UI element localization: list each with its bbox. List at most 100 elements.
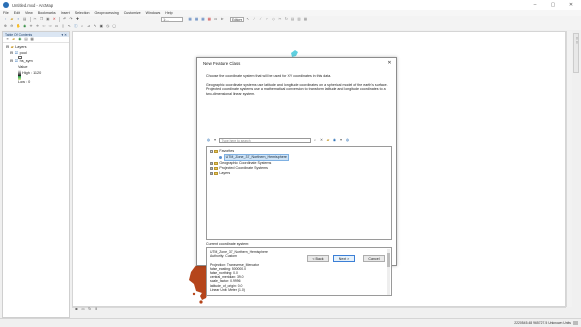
zoom-in-icon[interactable]: ⊕ <box>3 24 8 29</box>
tree-node-layers[interactable]: + Layers <box>210 171 388 176</box>
menu-geoprocessing[interactable]: Geoprocessing <box>95 11 119 15</box>
maximize-button[interactable]: ▢ <box>546 0 560 10</box>
python-icon[interactable]: ▭ <box>213 17 218 22</box>
menu-customize[interactable]: Customize <box>124 11 141 15</box>
collapse-icon[interactable]: ⊟ <box>6 45 9 51</box>
expand-icon[interactable]: + <box>210 162 213 165</box>
collapse-icon[interactable]: − <box>210 150 213 153</box>
arctoolbox-icon[interactable]: ▦ <box>207 17 212 22</box>
list-by-drawing-order-icon[interactable]: ≡ <box>5 37 10 42</box>
pause-drawing-icon[interactable]: Ⅱ <box>94 307 99 313</box>
layout-view-icon[interactable]: ▭ <box>81 307 86 313</box>
scale-combo[interactable]: 1:... <box>161 17 184 22</box>
fixed-zoom-out-icon[interactable]: ⁜ <box>35 24 40 29</box>
add-to-favorites-icon[interactable]: ◉ <box>332 138 337 143</box>
measure-icon[interactable]: ⊿ <box>86 24 91 29</box>
menu-edit[interactable]: Edit <box>14 11 20 15</box>
zoom-out-icon[interactable]: ⊖ <box>9 24 14 29</box>
globe-filter-icon[interactable]: ◍ <box>206 138 211 143</box>
hyperlink-icon[interactable]: ϟ <box>92 24 97 29</box>
expand-icon[interactable]: + <box>210 172 213 175</box>
menu-bookmarks[interactable]: Bookmarks <box>38 11 56 15</box>
menu-selection[interactable]: Selection <box>75 11 90 15</box>
straight-segment-icon[interactable]: ∕ <box>258 17 263 22</box>
tree-node-utm37n[interactable]: UTM_Zone_37_Northern_Hemisphere <box>210 154 388 161</box>
catalog-icon[interactable]: ▦ <box>194 17 199 22</box>
crs-search-input[interactable]: Type here to search <box>219 138 311 143</box>
add-data-icon[interactable]: ✚ <box>75 17 80 22</box>
data-view-icon[interactable]: ◙ <box>74 307 79 313</box>
edit-tool-icon[interactable]: ↖ <box>245 17 250 22</box>
search-window-icon[interactable]: ▦ <box>200 17 205 22</box>
legend-low: Low : 0 <box>6 80 66 86</box>
edit-annotation-icon[interactable]: ∕ <box>252 17 257 22</box>
select-features-icon[interactable]: ▭ <box>54 24 59 29</box>
close-window-button[interactable]: ✕ <box>564 0 578 10</box>
map-horizontal-scrollbar[interactable]: ◙ ▭ ↻ Ⅱ <box>72 307 566 312</box>
menu-windows[interactable]: Windows <box>146 11 161 15</box>
undo-icon[interactable]: ↶ <box>62 17 67 22</box>
select-elements-icon[interactable]: ↖ <box>67 24 72 29</box>
editor-toolbar-icon[interactable]: ▦ <box>188 17 193 22</box>
find-icon[interactable]: ⌕ <box>80 24 85 29</box>
next-button[interactable]: Next > <box>333 255 355 262</box>
attributes-icon[interactable]: ▤ <box>290 17 295 22</box>
menu-file[interactable]: File <box>3 11 9 15</box>
dialog-close-button[interactable]: ✕ <box>386 60 393 67</box>
split-icon[interactable]: ✂ <box>277 17 282 22</box>
menu-view[interactable]: View <box>25 11 33 15</box>
delete-icon[interactable]: ✕ <box>52 17 57 22</box>
identify-icon[interactable]: ⓘ <box>73 24 78 29</box>
full-extent-icon[interactable]: ◉ <box>22 24 27 29</box>
save-icon[interactable]: ▪ <box>16 17 21 22</box>
sketch-properties-icon[interactable]: ▥ <box>297 17 302 22</box>
modelbuilder-icon[interactable]: ⊳ <box>220 17 225 22</box>
map-vertical-scrollbar[interactable] <box>566 31 572 307</box>
search-icon[interactable]: ⌕ <box>313 138 318 143</box>
legend-text: High : 1120 <box>22 70 42 75</box>
create-features-icon[interactable]: ▦ <box>303 17 308 22</box>
copy-icon[interactable]: ❐ <box>39 17 44 22</box>
editor-menu[interactable]: Editor▾ <box>230 17 244 22</box>
collapse-icon[interactable]: ⊟ <box>10 59 13 65</box>
back-extent-icon[interactable]: ⇦ <box>41 24 46 29</box>
paste-icon[interactable]: ▣ <box>45 17 50 22</box>
time-slider-icon[interactable]: ◷ <box>105 24 110 29</box>
cut-icon[interactable]: ✂ <box>33 17 38 22</box>
list-by-source-icon[interactable]: ▰ <box>11 37 16 42</box>
menu-insert[interactable]: Insert <box>61 11 70 15</box>
rotate-icon[interactable]: ↻ <box>284 17 289 22</box>
folder-icon <box>214 172 219 175</box>
open-folder-icon[interactable]: ▰ <box>9 17 14 22</box>
world-icon[interactable]: ◍ <box>345 138 350 143</box>
trace-icon[interactable]: ⌐ <box>265 17 270 22</box>
clear-search-icon[interactable]: ✕ <box>319 138 324 143</box>
chevron-down-icon[interactable]: ▾ <box>339 138 344 143</box>
expand-icon[interactable]: + <box>210 167 213 170</box>
list-by-visibility-icon[interactable]: ◉ <box>17 37 22 42</box>
collapse-icon[interactable]: ⊟ <box>10 51 13 57</box>
pan-icon[interactable]: ✋ <box>16 24 21 29</box>
dialog-title: New Feature Class <box>203 60 241 66</box>
cancel-button[interactable]: Cancel <box>363 255 385 262</box>
redo-icon[interactable]: ↷ <box>68 17 73 22</box>
list-by-selection-icon[interactable]: ▤ <box>24 37 29 42</box>
toc-options-icon[interactable]: ▦ <box>30 37 35 42</box>
clear-selection-icon[interactable]: ▯ <box>61 24 66 29</box>
arcmap-app-icon <box>3 2 9 8</box>
refresh-icon[interactable]: ↻ <box>87 307 92 313</box>
new-document-icon[interactable]: ▫ <box>3 17 8 22</box>
forward-extent-icon[interactable]: ⇨ <box>48 24 53 29</box>
add-folder-icon[interactable]: ▰ <box>326 138 331 143</box>
viewer-icon[interactable]: ▢ <box>112 24 117 29</box>
side-panel-tab[interactable]: ▯▯ <box>573 33 579 73</box>
sketch-icon[interactable]: ◇ <box>271 17 276 22</box>
fixed-zoom-in-icon[interactable]: ⁜ <box>29 24 34 29</box>
toc-header-controls[interactable]: ▾ ✕ <box>62 33 68 37</box>
chevron-down-icon[interactable]: ▾ <box>213 138 218 143</box>
print-icon[interactable]: ▤ <box>22 17 27 22</box>
menu-help[interactable]: Help <box>165 11 172 15</box>
html-popup-icon[interactable]: ▣ <box>99 24 104 29</box>
minimize-button[interactable]: – <box>528 0 542 10</box>
back-button[interactable]: < Back <box>307 255 329 262</box>
